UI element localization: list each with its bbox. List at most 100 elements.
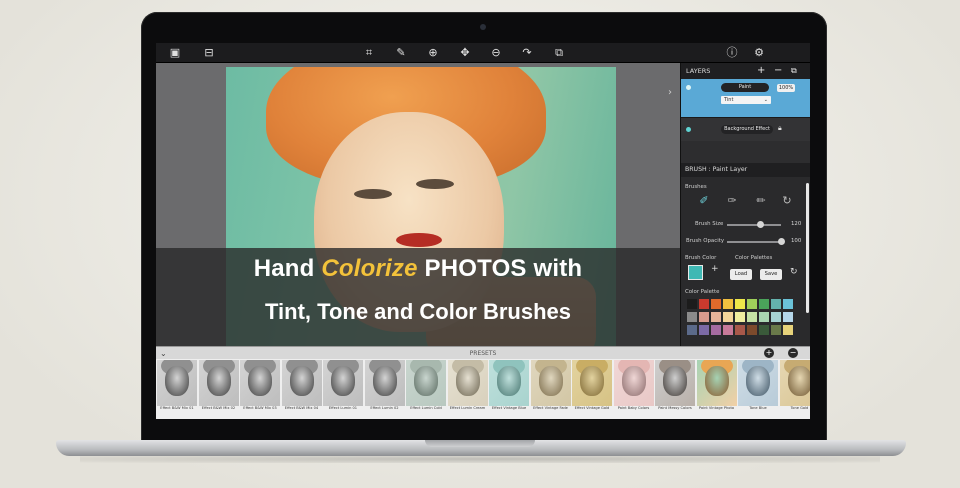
preset-thumb-face — [746, 366, 770, 396]
palette-swatch[interactable] — [711, 312, 721, 322]
laptop-notch — [425, 440, 535, 447]
presets-bar: ⌄ PRESETS + − — [156, 346, 810, 359]
layer-opacity[interactable]: 100% — [777, 84, 795, 92]
crop-icon[interactable]: ⌗ — [362, 46, 376, 60]
add-preset-button[interactable]: + — [764, 348, 774, 358]
preset-label: Effect Lumin Cold — [410, 406, 442, 410]
paint-brush-icon[interactable]: ✐ — [697, 194, 711, 208]
layer-visible-icon[interactable] — [686, 85, 691, 90]
palette-swatch[interactable] — [735, 299, 745, 309]
remove-layer-button[interactable]: − — [774, 63, 782, 79]
lock-icon[interactable]: 🔒︎ — [778, 124, 782, 133]
palette-swatch[interactable] — [687, 299, 697, 309]
reset-brush-icon[interactable]: ↻ — [780, 194, 794, 208]
color-palettes-label: Color Palettes — [735, 255, 773, 261]
add-layer-button[interactable]: + — [757, 63, 765, 79]
image-icon[interactable]: ▣ — [168, 46, 182, 60]
palette-swatch[interactable] — [747, 312, 757, 322]
palette-swatch[interactable] — [759, 325, 769, 335]
palette-swatch[interactable] — [771, 312, 781, 322]
zoom-out-icon[interactable]: ⊖ — [489, 46, 503, 60]
preset-thumbnail[interactable] — [530, 360, 571, 406]
preset-thumbnail[interactable] — [157, 360, 197, 406]
preset-thumbnail[interactable] — [738, 360, 778, 406]
palette-swatch[interactable] — [783, 325, 793, 335]
caption-word-hand: Hand — [253, 255, 315, 282]
preset-thumbnail[interactable] — [613, 360, 654, 406]
pencil-brush-icon[interactable]: ✏ — [754, 194, 768, 208]
spray-brush-icon[interactable]: ✑ — [725, 194, 739, 208]
refresh-icon[interactable]: ↻ — [790, 267, 798, 277]
preset-thumbnail[interactable] — [655, 360, 695, 406]
preset-thumb-face — [372, 366, 397, 396]
caption-line-1: Hand Colorize PHOTOS with — [156, 255, 680, 283]
panel-scrollbar[interactable] — [806, 183, 809, 313]
brush-size-knob[interactable] — [757, 221, 765, 228]
brush-size-slider[interactable] — [727, 224, 781, 226]
layers-empty-area — [681, 141, 810, 163]
palette-swatch[interactable] — [723, 312, 733, 322]
duplicate-layer-icon[interactable]: ⧉ — [791, 63, 797, 79]
palette-swatch[interactable] — [747, 325, 757, 335]
palette-swatch[interactable] — [759, 312, 769, 322]
info-icon[interactable]: ⓘ — [725, 46, 739, 60]
preset-thumbnail[interactable] — [572, 360, 612, 406]
palette-swatch[interactable] — [699, 299, 709, 309]
move-icon[interactable]: ✥ — [458, 46, 472, 60]
settings-icon[interactable]: ⚙ — [752, 46, 766, 60]
preset-thumbnail[interactable] — [198, 360, 239, 406]
brush-icon[interactable]: ✎ — [394, 46, 408, 60]
preset-thumb-face — [248, 366, 272, 396]
preset-thumbnail[interactable] — [323, 360, 363, 406]
preset-thumbnail[interactable] — [696, 360, 737, 406]
palette-swatch[interactable] — [771, 325, 781, 335]
chevron-right-icon[interactable]: › — [668, 87, 672, 98]
save-palette-button[interactable]: Save — [760, 269, 782, 280]
layer-paint[interactable]: Paint 100% Tint ⌄ — [681, 79, 810, 117]
export-icon[interactable]: ⧉ — [552, 46, 566, 60]
palette-swatch[interactable] — [735, 312, 745, 322]
brush-color-swatch[interactable] — [688, 265, 703, 280]
palette-swatch[interactable] — [771, 299, 781, 309]
redo-icon[interactable]: ↷ — [520, 46, 534, 60]
palette-swatch[interactable] — [687, 325, 697, 335]
load-palette-button[interactable]: Load — [730, 269, 752, 280]
palette-swatch[interactable] — [783, 299, 793, 309]
preset-thumbnail[interactable] — [406, 360, 446, 406]
remove-preset-button[interactable]: − — [788, 348, 798, 358]
palette-swatch[interactable] — [759, 299, 769, 309]
preset-thumbnail[interactable] — [489, 360, 529, 406]
palette-swatch[interactable] — [747, 299, 757, 309]
palette-swatch[interactable] — [723, 299, 733, 309]
palette-swatch[interactable] — [723, 325, 733, 335]
layer-background-effect[interactable]: Background Effect 🔒︎ — [681, 117, 810, 141]
preset-label: Paint Messy Colors — [658, 406, 692, 410]
palette-swatch[interactable] — [711, 325, 721, 335]
palette-swatch[interactable] — [699, 312, 709, 322]
canvas-area[interactable]: Hand Colorize PHOTOS with Tint, Tone and… — [156, 63, 680, 346]
zoom-in-icon[interactable]: ⊕ — [426, 46, 440, 60]
layer-blend-select[interactable]: Tint ⌄ — [721, 96, 771, 104]
preset-thumbnail[interactable] — [364, 360, 405, 406]
palette-swatch[interactable] — [735, 325, 745, 335]
brush-opacity-knob[interactable] — [778, 238, 785, 245]
palette-swatch[interactable] — [699, 325, 709, 335]
photo-eye — [416, 179, 454, 189]
preset-thumbnail[interactable] — [779, 360, 810, 406]
photo-eye — [354, 189, 392, 199]
preset-thumbnail[interactable] — [240, 360, 280, 406]
brush-size-label: Brush Size — [695, 221, 724, 227]
color-palette-grid — [687, 299, 795, 335]
palette-swatch[interactable] — [711, 299, 721, 309]
palette-swatch[interactable] — [687, 312, 697, 322]
add-color-button[interactable]: + — [711, 264, 719, 274]
tray-icon[interactable]: ⊟ — [202, 46, 216, 60]
brush-opacity-value: 100 — [791, 238, 802, 244]
preset-thumbnail[interactable] — [281, 360, 322, 406]
brush-opacity-slider[interactable] — [727, 241, 781, 243]
preset-thumbnail[interactable] — [447, 360, 488, 406]
palette-swatch[interactable] — [783, 312, 793, 322]
preset-thumb-face — [621, 366, 646, 396]
laptop-shadow — [80, 455, 880, 463]
layer-visible-icon[interactable] — [686, 127, 691, 132]
